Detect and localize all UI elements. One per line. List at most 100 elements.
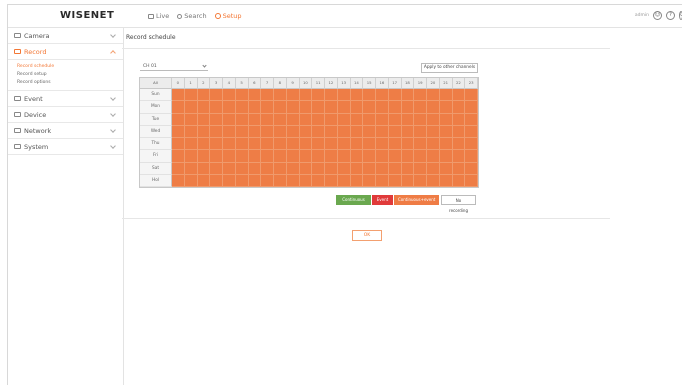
day-row-label[interactable]: Sat [140,162,172,175]
schedule-cell[interactable] [274,89,287,102]
hour-header[interactable]: 13 [337,78,351,89]
schedule-cell[interactable] [235,101,249,114]
schedule-cell[interactable] [235,89,249,102]
schedule-cell[interactable] [350,150,364,163]
schedule-cell[interactable] [235,174,249,187]
schedule-cell[interactable] [325,138,338,151]
schedule-cell[interactable] [261,101,274,114]
channel-select[interactable]: CH 01 [140,62,208,71]
schedule-cell[interactable] [401,101,415,114]
sidebar-item-event[interactable]: Event [8,91,123,107]
schedule-cell[interactable] [427,125,440,138]
schedule-cell[interactable] [363,89,376,102]
schedule-cell[interactable] [401,150,415,163]
schedule-cell[interactable] [439,150,453,163]
schedule-cell[interactable] [274,174,287,187]
schedule-cell[interactable] [312,138,325,151]
sidebar-item-camera[interactable]: Camera [8,28,123,44]
schedule-cell[interactable] [452,113,466,126]
schedule-cell[interactable] [376,138,389,151]
schedule-cell[interactable] [465,150,478,163]
hour-header[interactable]: 1 [184,78,198,89]
schedule-cell[interactable] [439,138,453,151]
schedule-cell[interactable] [299,162,313,175]
schedule-cell[interactable] [414,113,427,126]
schedule-cell[interactable] [388,89,402,102]
schedule-cell[interactable] [388,150,402,163]
legend-continuous-button[interactable]: Continuous [336,195,371,205]
schedule-cell[interactable] [325,89,338,102]
nav-live[interactable]: Live [148,12,169,20]
grid-all-header[interactable]: All [140,78,172,89]
schedule-cell[interactable] [325,162,338,175]
submenu-record-options[interactable]: Record options [8,79,123,87]
schedule-cell[interactable] [184,89,198,102]
hour-header[interactable]: 14 [350,78,364,89]
schedule-cell[interactable] [414,125,427,138]
schedule-cell[interactable] [350,162,364,175]
schedule-cell[interactable] [286,113,300,126]
schedule-cell[interactable] [363,125,376,138]
schedule-cell[interactable] [210,89,223,102]
schedule-cell[interactable] [376,125,389,138]
schedule-cell[interactable] [197,138,211,151]
schedule-cell[interactable] [261,174,274,187]
day-row-label[interactable]: Thu [140,138,172,151]
schedule-cell[interactable] [414,89,427,102]
schedule-cell[interactable] [210,101,223,114]
schedule-cell[interactable] [388,101,402,114]
schedule-cell[interactable] [248,138,262,151]
schedule-cell[interactable] [248,89,262,102]
schedule-cell[interactable] [376,150,389,163]
schedule-cell[interactable] [388,113,402,126]
schedule-cell[interactable] [427,150,440,163]
schedule-cell[interactable] [337,125,351,138]
schedule-cell[interactable] [223,150,236,163]
schedule-cell[interactable] [439,101,453,114]
schedule-cell[interactable] [363,101,376,114]
schedule-cell[interactable] [439,113,453,126]
sidebar-item-network[interactable]: Network [8,123,123,139]
schedule-cell[interactable] [235,113,249,126]
schedule-cell[interactable] [325,174,338,187]
schedule-cell[interactable] [197,101,211,114]
schedule-cell[interactable] [172,150,185,163]
schedule-cell[interactable] [465,174,478,187]
schedule-cell[interactable] [414,101,427,114]
schedule-cell[interactable] [350,138,364,151]
schedule-cell[interactable] [363,174,376,187]
hour-header[interactable]: 0 [172,78,185,89]
schedule-cell[interactable] [248,125,262,138]
schedule-cell[interactable] [337,138,351,151]
schedule-cell[interactable] [223,125,236,138]
hour-header[interactable]: 3 [210,78,223,89]
schedule-cell[interactable] [197,113,211,126]
schedule-cell[interactable] [197,89,211,102]
schedule-cell[interactable] [376,162,389,175]
schedule-cell[interactable] [223,89,236,102]
nav-setup[interactable]: Setup [214,12,242,20]
schedule-cell[interactable] [452,162,466,175]
schedule-cell[interactable] [210,125,223,138]
schedule-cell[interactable] [286,138,300,151]
ok-button[interactable]: OK [352,230,382,241]
schedule-cell[interactable] [350,125,364,138]
schedule-cell[interactable] [261,125,274,138]
schedule-cell[interactable] [223,138,236,151]
day-row-label[interactable]: Tue [140,113,172,126]
schedule-cell[interactable] [465,162,478,175]
hour-header[interactable]: 16 [376,78,389,89]
schedule-cell[interactable] [261,113,274,126]
schedule-cell[interactable] [172,125,185,138]
schedule-cell[interactable] [427,174,440,187]
schedule-cell[interactable] [210,113,223,126]
schedule-cell[interactable] [210,162,223,175]
schedule-cell[interactable] [172,101,185,114]
schedule-cell[interactable] [401,138,415,151]
schedule-cell[interactable] [235,162,249,175]
schedule-cell[interactable] [427,138,440,151]
schedule-cell[interactable] [414,138,427,151]
schedule-cell[interactable] [401,113,415,126]
schedule-cell[interactable] [388,174,402,187]
day-row-label[interactable]: Mon [140,101,172,114]
